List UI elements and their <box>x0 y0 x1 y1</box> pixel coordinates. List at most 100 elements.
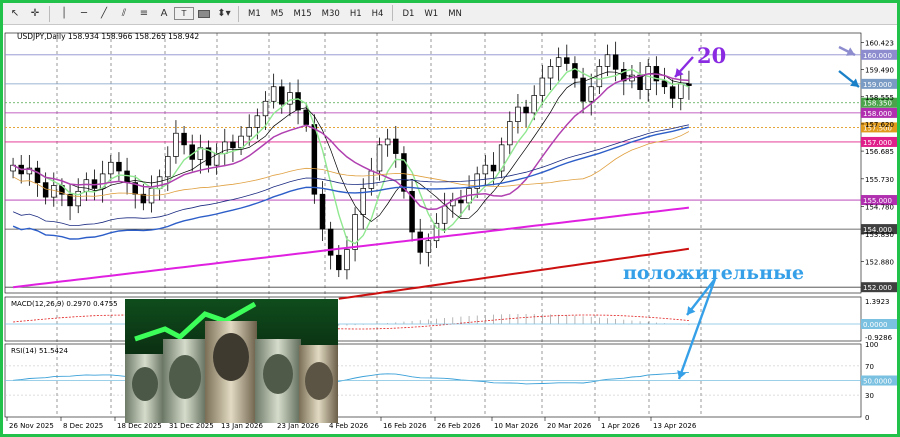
arrows-tool-icon[interactable]: ⬍▾ <box>214 5 234 23</box>
macd-axis-label: 1.3923 <box>865 298 890 306</box>
main-pane <box>4 32 862 294</box>
price-axis-label: 152.880 <box>865 259 894 267</box>
horizontal-line-tool-icon[interactable]: ─ <box>74 5 94 23</box>
candle <box>319 193 326 230</box>
timeframe-m15[interactable]: M15 <box>289 5 317 23</box>
price-axis-label: 154.780 <box>865 203 894 211</box>
candle <box>376 144 383 172</box>
candle <box>83 179 90 192</box>
candle <box>572 63 578 79</box>
candle <box>531 95 537 114</box>
date-axis-label: 16 Feb 2026 <box>383 422 427 430</box>
date-axis-label: 10 Mar 2026 <box>494 422 539 430</box>
price-tag-text: 159.000 <box>863 81 892 89</box>
macd-axis-label: 0.0000 <box>863 321 888 329</box>
timeframe-h4[interactable]: H4 <box>367 5 389 23</box>
candle <box>279 86 285 105</box>
candle <box>42 182 49 198</box>
candle <box>124 170 130 183</box>
candle <box>490 164 497 172</box>
candle <box>246 127 252 137</box>
date-axis-label: 23 Jan 2026 <box>277 422 320 430</box>
annotation-word: положительные <box>623 262 805 284</box>
rsi-axis-label: 50.0000 <box>863 378 892 386</box>
crosshair-tool-icon[interactable]: ✛ <box>25 5 45 23</box>
rsi-axis-label: 70 <box>865 363 874 371</box>
candle <box>539 77 546 96</box>
date-axis-label: 26 Nov 2025 <box>9 422 54 430</box>
candle <box>425 240 432 253</box>
candle <box>458 199 464 204</box>
timeframe-h1[interactable]: H1 <box>345 5 367 23</box>
fibonacci-tool-icon[interactable]: ≡ <box>134 5 154 23</box>
timeframe-m1[interactable]: M1 <box>243 5 266 23</box>
rsi-axis-label: 30 <box>865 392 874 400</box>
candle <box>482 164 489 175</box>
candle <box>336 254 342 271</box>
rectangle-tool-icon[interactable] <box>194 5 214 23</box>
candle <box>564 57 570 64</box>
timeframe-bar: M1 M5 M15 M30 H1 H4 D1 W1 MN <box>243 4 467 23</box>
candle <box>441 205 448 224</box>
candle <box>34 167 41 183</box>
cursor-tool-icon[interactable]: ↖ <box>5 5 25 23</box>
candle <box>645 66 651 90</box>
vertical-line-tool-icon[interactable]: │ <box>54 5 74 23</box>
price-axis-label: 153.830 <box>865 231 894 239</box>
candle <box>173 132 179 157</box>
date-axis-label: 4 Feb 2026 <box>329 422 369 430</box>
candle <box>686 83 692 86</box>
date-axis-label: 8 Dec 2025 <box>63 422 103 430</box>
text-tool-icon[interactable]: A <box>154 5 174 23</box>
candle <box>661 80 668 88</box>
candle <box>515 106 521 122</box>
candle <box>303 109 309 125</box>
macd-label: MACD(12,26,9) 0.2970 0.4755 <box>11 300 118 308</box>
candle <box>596 66 603 88</box>
candle <box>678 83 684 99</box>
timeframe-mn[interactable]: MN <box>443 5 467 23</box>
candle <box>116 161 122 172</box>
candle <box>393 138 399 154</box>
channel-tool-icon[interactable]: ⫽ <box>114 5 134 23</box>
candle <box>238 135 244 149</box>
timeframe-d1[interactable]: D1 <box>397 5 419 23</box>
timeframe-m30[interactable]: M30 <box>317 5 345 23</box>
candle <box>165 156 171 178</box>
date-axis-label: 20 Mar 2026 <box>547 422 592 430</box>
date-axis-label: 1 Apr 2026 <box>601 422 640 430</box>
timeframe-m5[interactable]: M5 <box>266 5 289 23</box>
date-axis-label: 18 Dec 2025 <box>117 422 162 430</box>
rsi-label: RSI(14) 51.5424 <box>11 347 68 355</box>
candle <box>604 54 611 67</box>
price-axis-label: 155.730 <box>865 176 894 184</box>
trendline-tool-icon[interactable]: ╱ <box>94 5 114 23</box>
rsi-axis-label: 0 <box>865 414 869 422</box>
candle <box>51 185 57 198</box>
terminal-window: ↖ ✛ │ ─ ╱ ⫽ ≡ A T ⬍▾ M1 M5 M15 M30 H1 H4 D1 W1 M… <box>3 3 897 434</box>
date-axis-label: 31 Dec 2025 <box>169 422 214 430</box>
toolbar: ↖ ✛ │ ─ ╱ ⫽ ≡ A T ⬍▾ M1 M5 M15 M30 H1 H4 D1 W1 M… <box>3 3 897 25</box>
date-axis-label: 26 Feb 2026 <box>437 422 481 430</box>
timeframe-w1[interactable]: W1 <box>419 5 443 23</box>
candle <box>523 106 529 114</box>
label-tool-icon[interactable]: T <box>174 7 194 20</box>
candle <box>295 92 301 111</box>
toolbar-divider <box>49 5 50 22</box>
candle <box>230 141 236 149</box>
candle <box>108 161 114 175</box>
candle <box>262 100 269 117</box>
date-axis-label: 13 Apr 2026 <box>653 422 697 430</box>
price-tag-text: 157.000 <box>863 139 892 147</box>
rsi-axis-label: 100 <box>865 341 878 349</box>
price-axis-label: 158.555 <box>865 94 894 102</box>
candle <box>588 86 594 102</box>
price-axis-label: 157.620 <box>865 121 894 129</box>
candle <box>384 138 391 146</box>
price-tag-text: 158.000 <box>863 110 892 118</box>
toolbar-divider <box>238 5 239 22</box>
candle <box>507 121 513 146</box>
price-tag-text: 160.000 <box>863 52 892 60</box>
candle <box>254 115 261 128</box>
candle <box>156 176 163 189</box>
